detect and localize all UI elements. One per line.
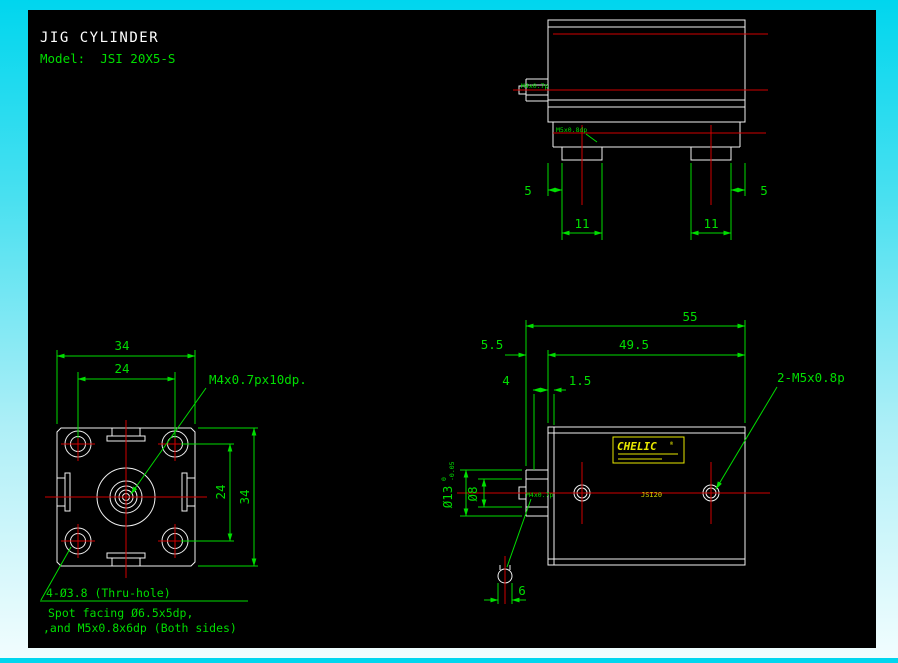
dim-text-rod-ext: 4 xyxy=(502,373,510,388)
flange-thread-label: M5x0.8dp xyxy=(556,126,587,134)
cad-viewport: JIG CYLINDER Model: JSI 20X5-S 5 5 11 11… xyxy=(0,0,898,663)
dim-text-width-outer: 34 xyxy=(114,338,129,353)
dim-text-overall: 55 xyxy=(682,309,697,324)
center-thread-label: M4x0.7px10dp. xyxy=(209,372,307,387)
model-label: Model: JSI 20X5-S xyxy=(40,51,175,66)
dim-text-height-holes: 24 xyxy=(213,484,228,499)
dim-text-height-outer: 34 xyxy=(237,489,252,504)
dim-text-rod-dia-group: Ø8 xyxy=(465,486,480,501)
side-rod-thread-label: M4x0.7p xyxy=(526,491,553,499)
dim-text-slot-offset: 1.5 xyxy=(569,373,592,388)
dim-text-rod-dia: Ø8 xyxy=(465,486,480,501)
note-spot-facing: Spot facing Ø6.5x5dp, xyxy=(48,606,193,620)
drawing-background xyxy=(28,10,876,648)
note-thru-hole: 4-Ø3.8 (Thru-hole) xyxy=(46,586,171,600)
rod-thread-label: M4x0.7p xyxy=(521,82,548,90)
dim-text-boss-length: 5.5 xyxy=(481,337,504,352)
tolerance-upper: 0 xyxy=(440,477,448,481)
dim-text-height-outer-group: 34 xyxy=(237,489,252,504)
drawing-title: JIG CYLINDER xyxy=(40,30,159,46)
port-thread-label: 2-M5x0.8p xyxy=(777,370,845,385)
model-code-label: JSI20 xyxy=(641,491,662,499)
dim-text-port: 6 xyxy=(518,583,526,598)
dim-text-body-length: 49.5 xyxy=(619,337,649,352)
dim-text-foot-right: 11 xyxy=(703,216,718,231)
note-side-thread: ,and M5x0.8x6dp (Both sides) xyxy=(43,621,237,635)
dim-text-boss-dia: Ø13 xyxy=(440,486,455,509)
brand-logo: CHELIC xyxy=(617,440,657,453)
drawing-canvas: JIG CYLINDER Model: JSI 20X5-S 5 5 11 11… xyxy=(28,10,876,648)
dim-text-foot-left: 11 xyxy=(574,216,589,231)
dim-text-width-holes: 24 xyxy=(114,361,129,376)
tolerance-lower: -0.05 xyxy=(448,461,456,481)
dim-text-height-holes-group: 24 xyxy=(213,484,228,499)
dim-text-offset-right: 5 xyxy=(760,183,768,198)
dim-text-offset-left: 5 xyxy=(524,183,532,198)
